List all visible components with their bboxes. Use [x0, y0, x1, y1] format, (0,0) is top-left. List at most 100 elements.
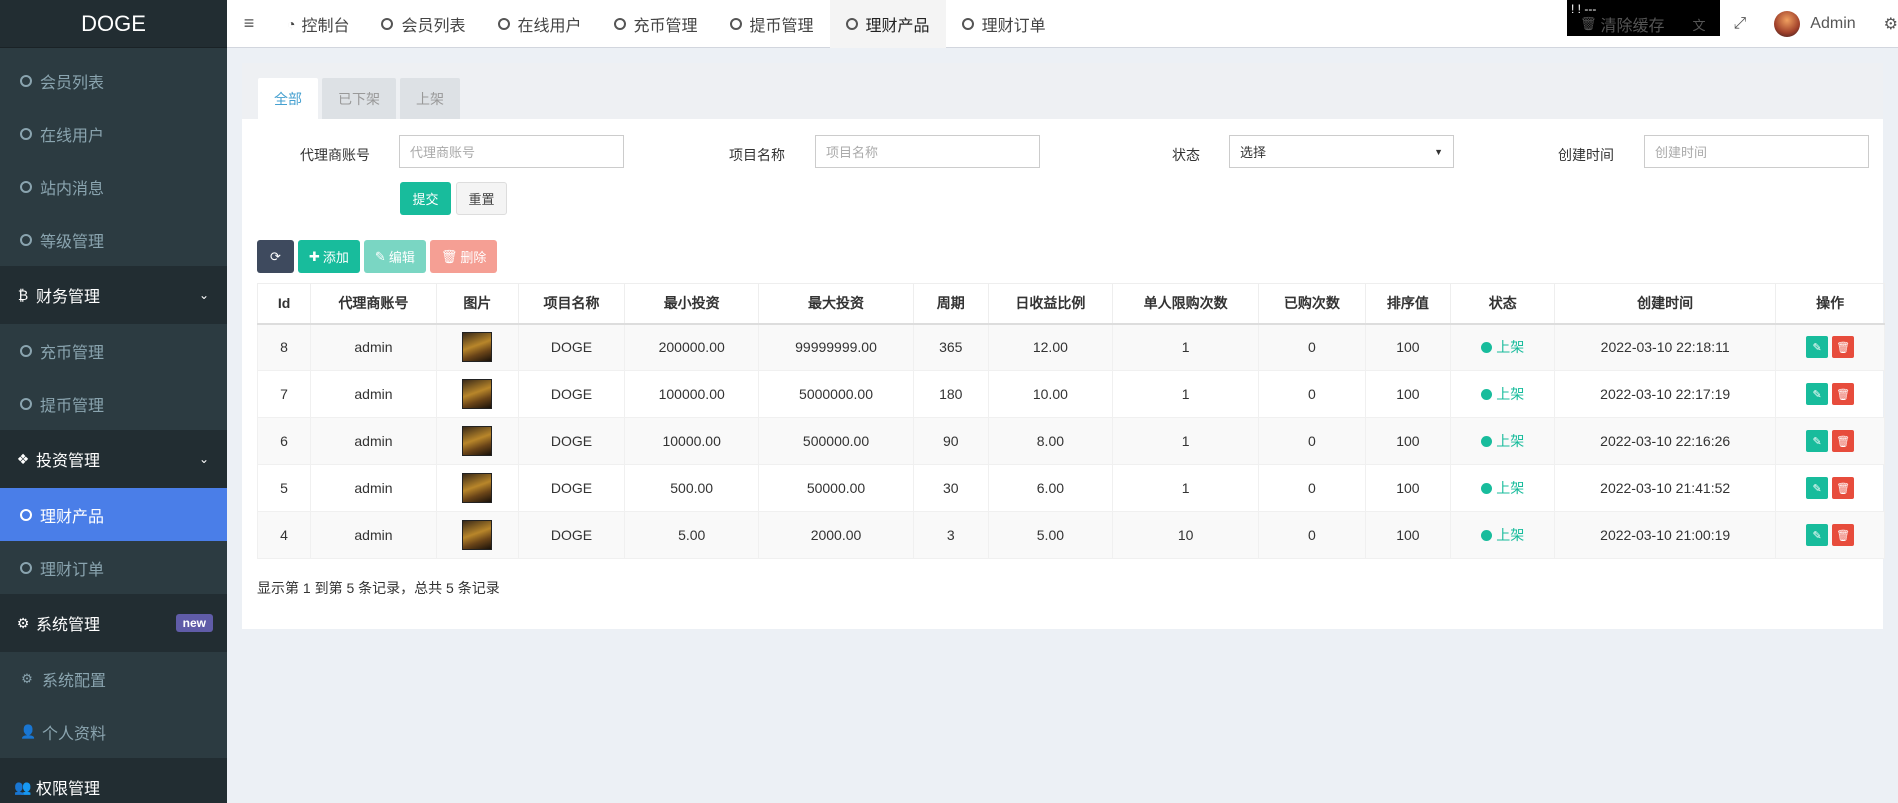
column-header[interactable]: 图片: [435, 283, 519, 325]
row-edit-button[interactable]: ✎: [1806, 383, 1829, 405]
sidebar-item[interactable]: 在线用户: [0, 107, 227, 160]
table-row[interactable]: 4 admin DOGE 5.00 2000.00 3 5.00 10 0 100 上架 2022-0…: [256, 511, 1885, 559]
app-logo[interactable]: DOGE: [0, 0, 227, 48]
status-badge[interactable]: 上架: [1481, 337, 1524, 357]
created-time-input[interactable]: 创建时间: [1644, 135, 1869, 168]
column-header[interactable]: 已购次数: [1258, 283, 1366, 325]
column-header[interactable]: 创建时间: [1554, 283, 1777, 325]
row-delete-button[interactable]: 🗑: [1832, 430, 1855, 452]
gear-icon: ⚙: [21, 670, 33, 686]
column-header[interactable]: 日收益比例: [987, 283, 1114, 325]
row-edit-button[interactable]: ✎: [1806, 477, 1829, 499]
status-badge[interactable]: 上架: [1481, 384, 1524, 404]
sidebar-item[interactable]: 站内消息: [0, 160, 227, 213]
column-header[interactable]: 单人限购次数: [1112, 283, 1260, 325]
user-menu[interactable]: Admin: [1760, 11, 1869, 37]
product-thumbnail[interactable]: [462, 473, 493, 503]
sidebar-group[interactable]: ❖ 投资管理 ⌄: [0, 430, 227, 488]
sidebar-item[interactable]: 理财订单: [0, 541, 227, 594]
row-delete-button[interactable]: 🗑: [1832, 383, 1855, 405]
row-delete-button[interactable]: 🗑: [1832, 477, 1855, 499]
product-thumbnail[interactable]: [462, 520, 493, 550]
top-tab-label: 理财产品: [865, 17, 930, 35]
language-icon[interactable]: 文: [1678, 15, 1719, 34]
column-header[interactable]: 最小投资: [624, 283, 760, 325]
refresh-button[interactable]: ⟳: [257, 240, 294, 273]
delete-button[interactable]: 🗑 删除: [429, 240, 498, 273]
status-select-value: 选择: [1240, 145, 1267, 160]
sidebar-item-label: 等级管理: [40, 233, 105, 251]
project-name-input[interactable]: 项目名称: [815, 135, 1040, 168]
tab-all[interactable]: 全部: [258, 78, 318, 119]
edit-button[interactable]: ✎ 编辑: [363, 240, 426, 273]
submit-button[interactable]: 提交: [400, 182, 451, 215]
top-tab[interactable]: 理财订单: [946, 0, 1062, 48]
menu-toggle-icon[interactable]: ≡: [227, 13, 271, 34]
column-header[interactable]: 操作: [1775, 283, 1885, 325]
top-tab[interactable]: 提币管理: [714, 0, 830, 48]
column-header[interactable]: 最大投资: [758, 283, 914, 325]
table-row[interactable]: 7 admin DOGE 100000.00 5000000.00 180 10.00 1 0 1…: [256, 370, 1885, 418]
product-thumbnail[interactable]: [462, 426, 493, 456]
actions-cell: ✎ 🗑: [1775, 464, 1885, 512]
sidebar-group[interactable]: 👥 权限管理: [0, 758, 227, 803]
tab-online[interactable]: 上架: [400, 78, 460, 119]
row-delete-button[interactable]: 🗑: [1832, 524, 1855, 546]
table-row[interactable]: 5 admin DOGE 500.00 50000.00 30 6.00 1 0 100 上架 202…: [256, 464, 1885, 512]
sidebar-group[interactable]: ⚙ 系统管理 new: [0, 594, 227, 652]
table-row[interactable]: 6 admin DOGE 10000.00 500000.00 90 8.00 1 0 100 上架…: [256, 417, 1885, 465]
top-tab-label: 提币管理: [749, 17, 814, 35]
column-header[interactable]: 周期: [912, 283, 989, 325]
sidebar-item[interactable]: 等级管理: [0, 213, 227, 266]
trash-icon: 🗑: [440, 248, 458, 264]
clear-cache-button[interactable]: 🗑 清除缓存: [1566, 12, 1679, 36]
top-tab[interactable]: 会员列表: [365, 0, 481, 48]
circle-icon: [613, 17, 626, 30]
sidebar-item[interactable]: 充币管理: [0, 324, 227, 377]
tab-offline[interactable]: 已下架: [322, 78, 396, 119]
status-badge[interactable]: 上架: [1481, 431, 1524, 451]
agent-account-label: 代理商账号: [300, 147, 370, 163]
agent-account-input[interactable]: 代理商账号: [399, 135, 624, 168]
caret-down-icon: ▼: [1434, 146, 1443, 157]
top-tab[interactable]: 充币管理: [598, 0, 714, 48]
row-edit-button[interactable]: ✎: [1806, 524, 1829, 546]
created-time-label: 创建时间: [1558, 147, 1614, 163]
top-tab[interactable]: 在线用户: [482, 0, 598, 48]
reset-button[interactable]: 重置: [456, 182, 507, 215]
status-dot-icon: [1481, 482, 1493, 494]
status-badge[interactable]: 上架: [1481, 525, 1524, 545]
status-badge[interactable]: 上架: [1481, 478, 1524, 498]
sidebar-group[interactable]: ₿ 财务管理 ⌄: [0, 266, 227, 324]
sidebar-item[interactable]: 提币管理: [0, 377, 227, 430]
column-header[interactable]: 代理商账号: [310, 283, 437, 325]
circle-icon: [20, 233, 32, 246]
fullscreen-icon[interactable]: ⤢: [1719, 15, 1760, 33]
sidebar-item[interactable]: 👤 个人资料: [0, 705, 227, 758]
image-cell: [435, 370, 519, 418]
table-cell: 2000.00: [758, 511, 914, 559]
column-header[interactable]: 排序值: [1364, 283, 1452, 325]
table-cell: 500.00: [624, 464, 760, 512]
status-select[interactable]: 选择 ▼: [1229, 135, 1454, 168]
add-button[interactable]: ✚ 添加: [298, 240, 360, 273]
column-header[interactable]: 项目名称: [517, 283, 626, 325]
status-dot-icon: [1481, 388, 1493, 400]
sidebar-item[interactable]: 理财产品: [0, 488, 227, 541]
edit-label: 编辑: [388, 250, 415, 265]
column-header[interactable]: Id: [256, 283, 312, 325]
row-delete-button[interactable]: 🗑: [1832, 336, 1855, 359]
product-thumbnail[interactable]: [462, 332, 493, 363]
product-thumbnail[interactable]: [462, 379, 493, 409]
sidebar-item[interactable]: 会员列表: [0, 54, 227, 107]
top-tab[interactable]: 理财产品: [829, 0, 946, 48]
top-tab[interactable]: ◔ 控制台: [271, 0, 365, 48]
table-cell: 6.00: [987, 464, 1114, 512]
sidebar-item[interactable]: ⚙ 系统配置: [0, 652, 227, 705]
row-edit-button[interactable]: ✎: [1806, 430, 1829, 452]
column-header[interactable]: 状态: [1450, 283, 1556, 325]
table-row[interactable]: 8 admin DOGE 200000.00 99999999.00 365 12.00 1 0…: [256, 323, 1885, 371]
table-cell: 4: [256, 511, 312, 559]
row-edit-button[interactable]: ✎: [1806, 336, 1829, 359]
settings-gear-icon[interactable]: ⚙: [1870, 14, 1898, 34]
